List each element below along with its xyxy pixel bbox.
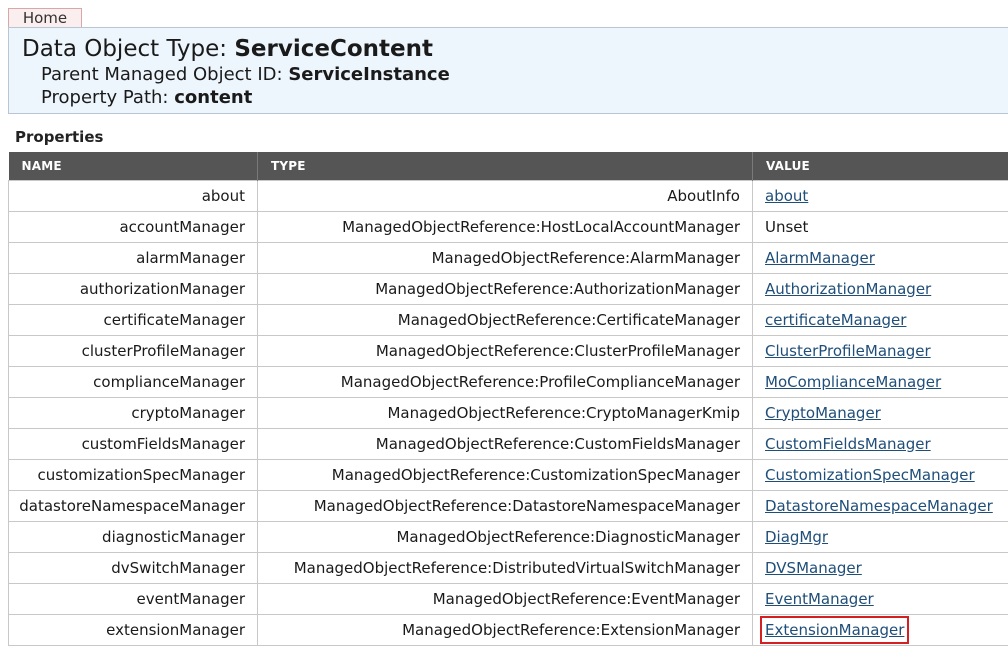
column-header-value: VALUE [752, 152, 1008, 180]
property-value-cell: about [752, 179, 1008, 212]
property-name-cell: clusterProfileManager [8, 334, 258, 367]
title-prefix: Data Object Type: [22, 36, 228, 62]
property-value-cell: DVSManager [752, 551, 1008, 584]
property-type-cell: ManagedObjectReference:CertificateManage… [257, 303, 753, 336]
property-value-text: Unset [765, 217, 809, 236]
property-value-cell: AuthorizationManager [752, 272, 1008, 305]
property-value-link[interactable]: CryptoManager [765, 404, 881, 422]
property-value-cell: MoComplianceManager [752, 365, 1008, 398]
property-name-cell: about [8, 179, 258, 212]
property-type-cell: ManagedObjectReference:DatastoreNamespac… [257, 489, 753, 522]
property-name-cell: eventManager [8, 582, 258, 615]
property-type-cell: ManagedObjectReference:ClusterProfileMan… [257, 334, 753, 367]
property-type-cell: ManagedObjectReference:ProfileCompliance… [257, 365, 753, 398]
property-name-cell: dvSwitchManager [8, 551, 258, 584]
property-value-cell: CryptoManager [752, 396, 1008, 429]
property-type-cell: ManagedObjectReference:CustomizationSpec… [257, 458, 753, 491]
property-type-cell: ManagedObjectReference:DistributedVirtua… [257, 551, 753, 584]
table-row: about AboutInfo about [8, 179, 1008, 212]
property-value-cell: certificateManager [752, 303, 1008, 336]
table-row: dvSwitchManager ManagedObjectReference:Di… [8, 551, 1008, 584]
table-row: authorizationManager ManagedObjectReferen… [8, 272, 1008, 305]
property-name-cell: customizationSpecManager [8, 458, 258, 491]
table-row: clusterProfileManager ManagedObjectRefere… [8, 334, 1008, 367]
property-value-link[interactable]: CustomFieldsManager [765, 435, 931, 453]
property-type-cell: ManagedObjectReference:AlarmManager [257, 241, 753, 274]
property-name-cell: cryptoManager [8, 396, 258, 429]
tab-home[interactable]: Home [8, 8, 82, 27]
property-value-link[interactable]: ExtensionManager [759, 615, 910, 644]
property-value-link[interactable]: AuthorizationManager [765, 280, 931, 298]
page-title: Data Object Type: ServiceContent [22, 35, 433, 63]
property-name-cell: datastoreNamespaceManager [8, 489, 258, 522]
property-value-link[interactable]: certificateManager [765, 311, 906, 329]
property-value-cell: ClusterProfileManager [752, 334, 1008, 367]
property-value-link[interactable]: DVSManager [765, 559, 862, 577]
table-row: customFieldsManager ManagedObjectReferenc… [8, 427, 1008, 460]
table-row: accountManager ManagedObjectReference:Hos… [8, 210, 1008, 243]
table-row: diagnosticManager ManagedObjectReference:… [8, 520, 1008, 553]
property-name-cell: diagnosticManager [8, 520, 258, 553]
property-value-cell: EventManager [752, 582, 1008, 615]
column-header-name: NAME [8, 152, 258, 180]
table-header-row: NAME TYPE VALUE [8, 152, 1008, 180]
property-value-link[interactable]: MoComplianceManager [765, 373, 941, 391]
property-value-link[interactable]: DiagMgr [765, 528, 828, 546]
property-name-cell: complianceManager [8, 365, 258, 398]
parent-value: ServiceInstance [288, 64, 450, 85]
table-row: eventManager ManagedObjectReference:Event… [8, 582, 1008, 615]
property-name-cell: extensionManager [8, 613, 258, 646]
property-type-cell: ManagedObjectReference:CustomFieldsManag… [257, 427, 753, 460]
property-type-cell: ManagedObjectReference:ExtensionManager [257, 613, 753, 646]
property-value-link[interactable]: AlarmManager [765, 249, 875, 267]
property-path-line: Property Path: content [41, 87, 252, 109]
property-value-link[interactable]: DatastoreNamespaceManager [765, 497, 993, 515]
title-value: ServiceContent [234, 36, 433, 62]
column-header-type: TYPE [257, 152, 753, 180]
property-value-cell: CustomFieldsManager [752, 427, 1008, 460]
parent-object-line: Parent Managed Object ID: ServiceInstanc… [41, 64, 450, 86]
property-value-cell: AlarmManager [752, 241, 1008, 274]
property-name-cell: certificateManager [8, 303, 258, 336]
property-value-cell: Unset [752, 210, 1008, 243]
property-value-cell: DiagMgr [752, 520, 1008, 553]
property-type-cell: ManagedObjectReference:AuthorizationMana… [257, 272, 753, 305]
property-value-cell: DatastoreNamespaceManager [752, 489, 1008, 522]
path-value: content [174, 87, 253, 108]
parent-label: Parent Managed Object ID: [41, 64, 283, 85]
property-value-link[interactable]: about [765, 187, 808, 205]
table-row: certificateManager ManagedObjectReference… [8, 303, 1008, 336]
property-type-cell: AboutInfo [257, 179, 753, 212]
property-name-cell: alarmManager [8, 241, 258, 274]
property-value-link[interactable]: ClusterProfileManager [765, 342, 931, 360]
property-type-cell: ManagedObjectReference:DiagnosticManager [257, 520, 753, 553]
property-type-cell: ManagedObjectReference:EventManager [257, 582, 753, 615]
property-value-cell: CustomizationSpecManager [752, 458, 1008, 491]
table-row: cryptoManager ManagedObjectReference:Cryp… [8, 396, 1008, 429]
property-name-cell: accountManager [8, 210, 258, 243]
table-row: alarmManager ManagedObjectReference:Alarm… [8, 241, 1008, 274]
property-type-cell: ManagedObjectReference:HostLocalAccountM… [257, 210, 753, 243]
property-value-cell: ExtensionManager [752, 613, 1008, 646]
table-row: extensionManager ManagedObjectReference:E… [8, 613, 1008, 646]
path-label: Property Path: [41, 87, 169, 108]
table-row: datastoreNamespaceManager ManagedObjectRe… [8, 489, 1008, 522]
property-value-link[interactable]: CustomizationSpecManager [765, 466, 975, 484]
property-value-link[interactable]: EventManager [765, 590, 874, 608]
table-row: complianceManager ManagedObjectReference:… [8, 365, 1008, 398]
properties-heading: Properties [15, 128, 104, 146]
property-type-cell: ManagedObjectReference:CryptoManagerKmip [257, 396, 753, 429]
table-row: customizationSpecManager ManagedObjectRef… [8, 458, 1008, 491]
properties-table: NAME TYPE VALUE about AboutInfo about accou… [8, 152, 1008, 646]
property-name-cell: customFieldsManager [8, 427, 258, 460]
page-header: Data Object Type: ServiceContent Parent … [8, 27, 1008, 114]
property-name-cell: authorizationManager [8, 272, 258, 305]
